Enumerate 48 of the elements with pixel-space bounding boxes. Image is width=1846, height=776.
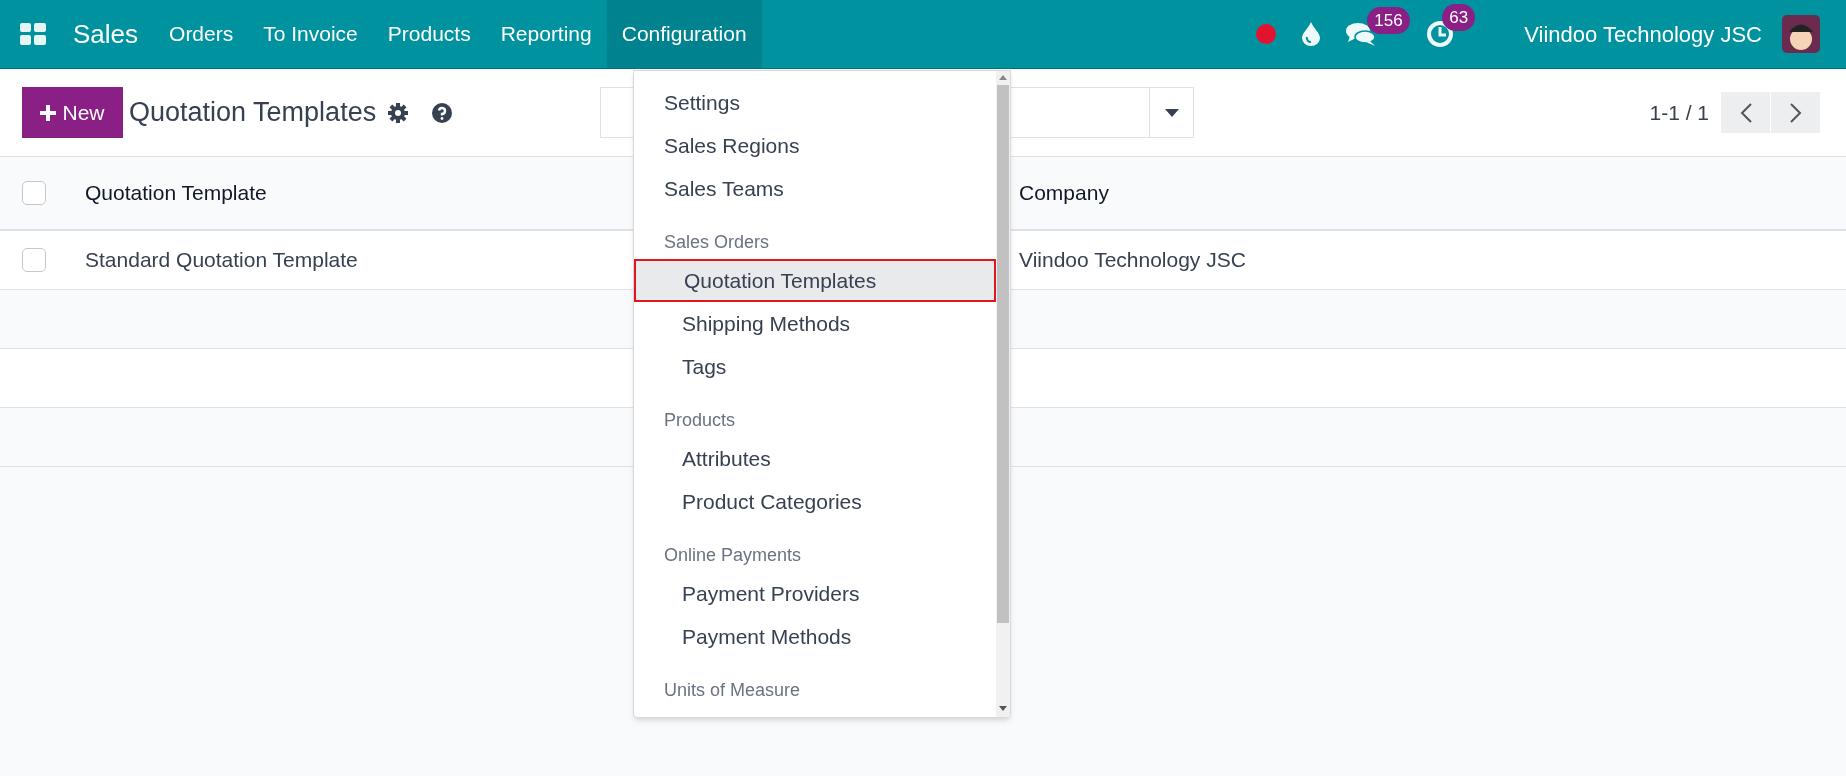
new-button[interactable]: New	[22, 87, 123, 138]
next-page-button[interactable]	[1771, 92, 1820, 133]
menu-section-header: Sales Orders	[663, 231, 771, 254]
menu-item[interactable]: Product Categories	[634, 480, 996, 523]
menu-item[interactable]: Quotation Templates	[634, 259, 996, 302]
nav-menu-item[interactable]: Configuration	[606, 0, 762, 68]
caret-icon	[1164, 108, 1179, 117]
menu-section-header: Products	[663, 409, 737, 432]
apps-grid-icon[interactable]	[20, 23, 46, 45]
page-title: Quotation Templates	[129, 96, 377, 130]
menu-item[interactable]: Tags	[634, 345, 996, 388]
message-count-badge: 156	[1367, 7, 1410, 34]
scrollbar-thumb[interactable]	[997, 85, 1009, 623]
pager-text: 1-1 / 1	[1649, 99, 1709, 126]
menu-item[interactable]: Payment Methods	[634, 615, 996, 658]
table-cell: Standard Quotation Template	[85, 248, 358, 272]
activity-count-badge: 63	[1442, 4, 1476, 31]
column-header: Quotation Template	[85, 181, 267, 205]
nav-menu-item[interactable]: Products	[372, 0, 486, 68]
nav-menu-item[interactable]: Reporting	[485, 0, 607, 68]
checkbox[interactable]	[22, 248, 46, 272]
table-cell-text: Viindoo Technology JSC	[1019, 247, 1246, 274]
avatar-icon[interactable]	[1782, 15, 1820, 53]
menu-item[interactable]: Sales Teams	[634, 167, 996, 210]
app-name[interactable]: Sales	[73, 14, 139, 54]
previous-page-button[interactable]	[1721, 92, 1770, 133]
scroll-up-icon[interactable]	[999, 75, 1007, 80]
company-name[interactable]: Viindoo Technology JSC	[1524, 17, 1762, 51]
scroll-down-icon[interactable]	[999, 706, 1007, 711]
nav-menu-item[interactable]: To Invoice	[248, 0, 373, 68]
scrollbar[interactable]	[996, 71, 1010, 717]
menu-section-header: Units of Measure	[663, 679, 802, 702]
checkbox[interactable]	[22, 181, 46, 205]
menu-item[interactable]: Payment Providers	[634, 572, 996, 615]
menu-item[interactable]: Attributes	[634, 437, 996, 480]
menu-item[interactable]: Sales Regions	[634, 124, 996, 167]
chevron-left-icon	[1739, 102, 1752, 123]
help-icon[interactable]	[432, 102, 453, 123]
menu-item[interactable]: Settings	[634, 81, 996, 124]
nav-menu-item[interactable]: Orders	[154, 0, 249, 68]
menu-item[interactable]: Shipping Methods	[634, 302, 996, 345]
chat-icon[interactable]	[1346, 21, 1377, 47]
column-header: Company	[1019, 180, 1109, 207]
menu-section-header: Online Payments	[663, 544, 803, 567]
drop-icon[interactable]	[1302, 22, 1321, 46]
plus-icon	[40, 104, 57, 121]
chevron-right-icon	[1789, 102, 1802, 123]
record-dot-icon[interactable]	[1256, 24, 1277, 44]
